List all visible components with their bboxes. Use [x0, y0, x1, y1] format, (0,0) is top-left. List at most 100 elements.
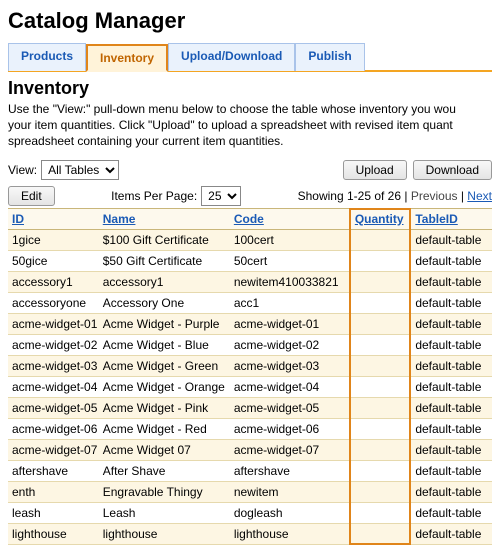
cell-id: acme-widget-01 [8, 313, 99, 334]
table-row[interactable]: acme-widget-04Acme Widget - Orangeacme-w… [8, 376, 492, 397]
cell-qty [351, 502, 412, 523]
cell-tid: default-table [411, 271, 492, 292]
cell-tid: default-table [411, 460, 492, 481]
cell-tid: default-table [411, 229, 492, 250]
pager-sep: | [458, 189, 468, 203]
app-title: Catalog Manager [8, 8, 492, 34]
cell-tid: default-table [411, 523, 492, 544]
cell-id: accessory1 [8, 271, 99, 292]
tab-publish[interactable]: Publish [295, 43, 364, 71]
cell-tid: default-table [411, 334, 492, 355]
table-row[interactable]: acme-widget-01Acme Widget - Purpleacme-w… [8, 313, 492, 334]
tab-products[interactable]: Products [8, 43, 86, 71]
upload-button[interactable]: Upload [343, 160, 407, 180]
cell-code: acme-widget-05 [230, 397, 351, 418]
table-row[interactable]: enthEngravable Thingynewitem default-tabl… [8, 481, 492, 502]
cell-tid: default-table [411, 502, 492, 523]
table-row[interactable]: accessoryoneAccessory Oneacc1 default-tab… [8, 292, 492, 313]
tab-upload-download[interactable]: Upload/Download [168, 43, 295, 71]
view-select[interactable]: All Tables [41, 160, 119, 180]
download-button[interactable]: Download [413, 160, 492, 180]
cell-id: acme-widget-04 [8, 376, 99, 397]
cell-tid: default-table [411, 376, 492, 397]
cell-name: Acme Widget 07 [99, 439, 230, 460]
showing-text: Showing 1-25 of 26 | [298, 189, 411, 203]
col-header-id[interactable]: ID [12, 212, 24, 226]
cell-tid: default-table [411, 439, 492, 460]
cell-id: acme-widget-05 [8, 397, 99, 418]
cell-id: enth [8, 481, 99, 502]
cell-id: acme-widget-06 [8, 418, 99, 439]
cell-id: leash [8, 502, 99, 523]
cell-tid: default-table [411, 313, 492, 334]
cell-code: lighthouse [230, 523, 351, 544]
cell-name: Acme Widget - Purple [99, 313, 230, 334]
cell-name: $50 Gift Certificate [99, 250, 230, 271]
cell-qty [351, 313, 412, 334]
cell-name: Acme Widget - Green [99, 355, 230, 376]
col-header-code[interactable]: Code [234, 212, 264, 226]
cell-qty [351, 439, 412, 460]
cell-code: newitem [230, 481, 351, 502]
cell-name: Acme Widget - Pink [99, 397, 230, 418]
view-label: View: [8, 163, 37, 177]
section-title: Inventory [8, 78, 492, 99]
cell-id: 1gice [8, 229, 99, 250]
cell-qty [351, 523, 412, 544]
cell-name: Acme Widget - Red [99, 418, 230, 439]
edit-button[interactable]: Edit [8, 186, 55, 206]
table-row[interactable]: acme-widget-07Acme Widget 07acme-widget-… [8, 439, 492, 460]
cell-tid: default-table [411, 481, 492, 502]
cell-name: $100 Gift Certificate [99, 229, 230, 250]
table-row[interactable]: leashLeashdogleashdefault-table [8, 502, 492, 523]
tab-bar: Products Inventory Upload/Download Publi… [8, 42, 492, 72]
cell-code: 100cert [230, 229, 351, 250]
table-row[interactable]: accessory1accessory1newitem410033821defa… [8, 271, 492, 292]
items-per-page-label: Items Per Page: [111, 189, 197, 203]
table-row[interactable]: aftershaveAfter Shaveaftershavedefault-t… [8, 460, 492, 481]
cell-code: acme-widget-04 [230, 376, 351, 397]
cell-qty [351, 229, 412, 250]
table-row[interactable]: acme-widget-05Acme Widget - Pinkacme-wid… [8, 397, 492, 418]
cell-name: Acme Widget - Orange [99, 376, 230, 397]
cell-qty [351, 355, 412, 376]
table-row[interactable]: acme-widget-06Acme Widget - Redacme-widg… [8, 418, 492, 439]
cell-code: newitem410033821 [230, 271, 351, 292]
cell-code: aftershave [230, 460, 351, 481]
cell-tid: default-table [411, 418, 492, 439]
cell-id: lighthouse [8, 523, 99, 544]
next-link[interactable]: Next [467, 189, 492, 203]
cell-code: dogleash [230, 502, 351, 523]
cell-name: Accessory One [99, 292, 230, 313]
cell-code: acme-widget-02 [230, 334, 351, 355]
cell-qty [351, 376, 412, 397]
table-row[interactable]: 50gice$50 Gift Certificate50certdefault-… [8, 250, 492, 271]
items-per-page-select[interactable]: 25 [201, 186, 241, 206]
table-row[interactable]: 1gice$100 Gift Certificate100cert default… [8, 229, 492, 250]
cell-id: acme-widget-03 [8, 355, 99, 376]
cell-code: 50cert [230, 250, 351, 271]
cell-qty [351, 397, 412, 418]
table-row[interactable]: acme-widget-03Acme Widget - Greenacme-wi… [8, 355, 492, 376]
col-header-tableid[interactable]: TableID [415, 212, 457, 226]
table-row[interactable]: lighthouselighthouselighthousedefault-ta… [8, 523, 492, 544]
col-header-quantity[interactable]: Quantity [355, 212, 404, 226]
cell-code: acc1 [230, 292, 351, 313]
table-row[interactable]: acme-widget-02Acme Widget - Blueacme-wid… [8, 334, 492, 355]
cell-tid: default-table [411, 355, 492, 376]
inventory-table: ID Name Code Quantity TableID 1gice$100 … [8, 208, 492, 545]
intro-text: Use the "View:" pull-down menu below to … [8, 101, 492, 150]
cell-code: acme-widget-06 [230, 418, 351, 439]
col-header-name[interactable]: Name [103, 212, 136, 226]
cell-name: lighthouse [99, 523, 230, 544]
tab-inventory[interactable]: Inventory [86, 44, 168, 72]
cell-name: Acme Widget - Blue [99, 334, 230, 355]
cell-name: After Shave [99, 460, 230, 481]
cell-code: acme-widget-01 [230, 313, 351, 334]
cell-id: accessoryone [8, 292, 99, 313]
cell-code: acme-widget-07 [230, 439, 351, 460]
cell-tid: default-table [411, 292, 492, 313]
cell-name: Engravable Thingy [99, 481, 230, 502]
cell-qty [351, 481, 412, 502]
cell-tid: default-table [411, 397, 492, 418]
